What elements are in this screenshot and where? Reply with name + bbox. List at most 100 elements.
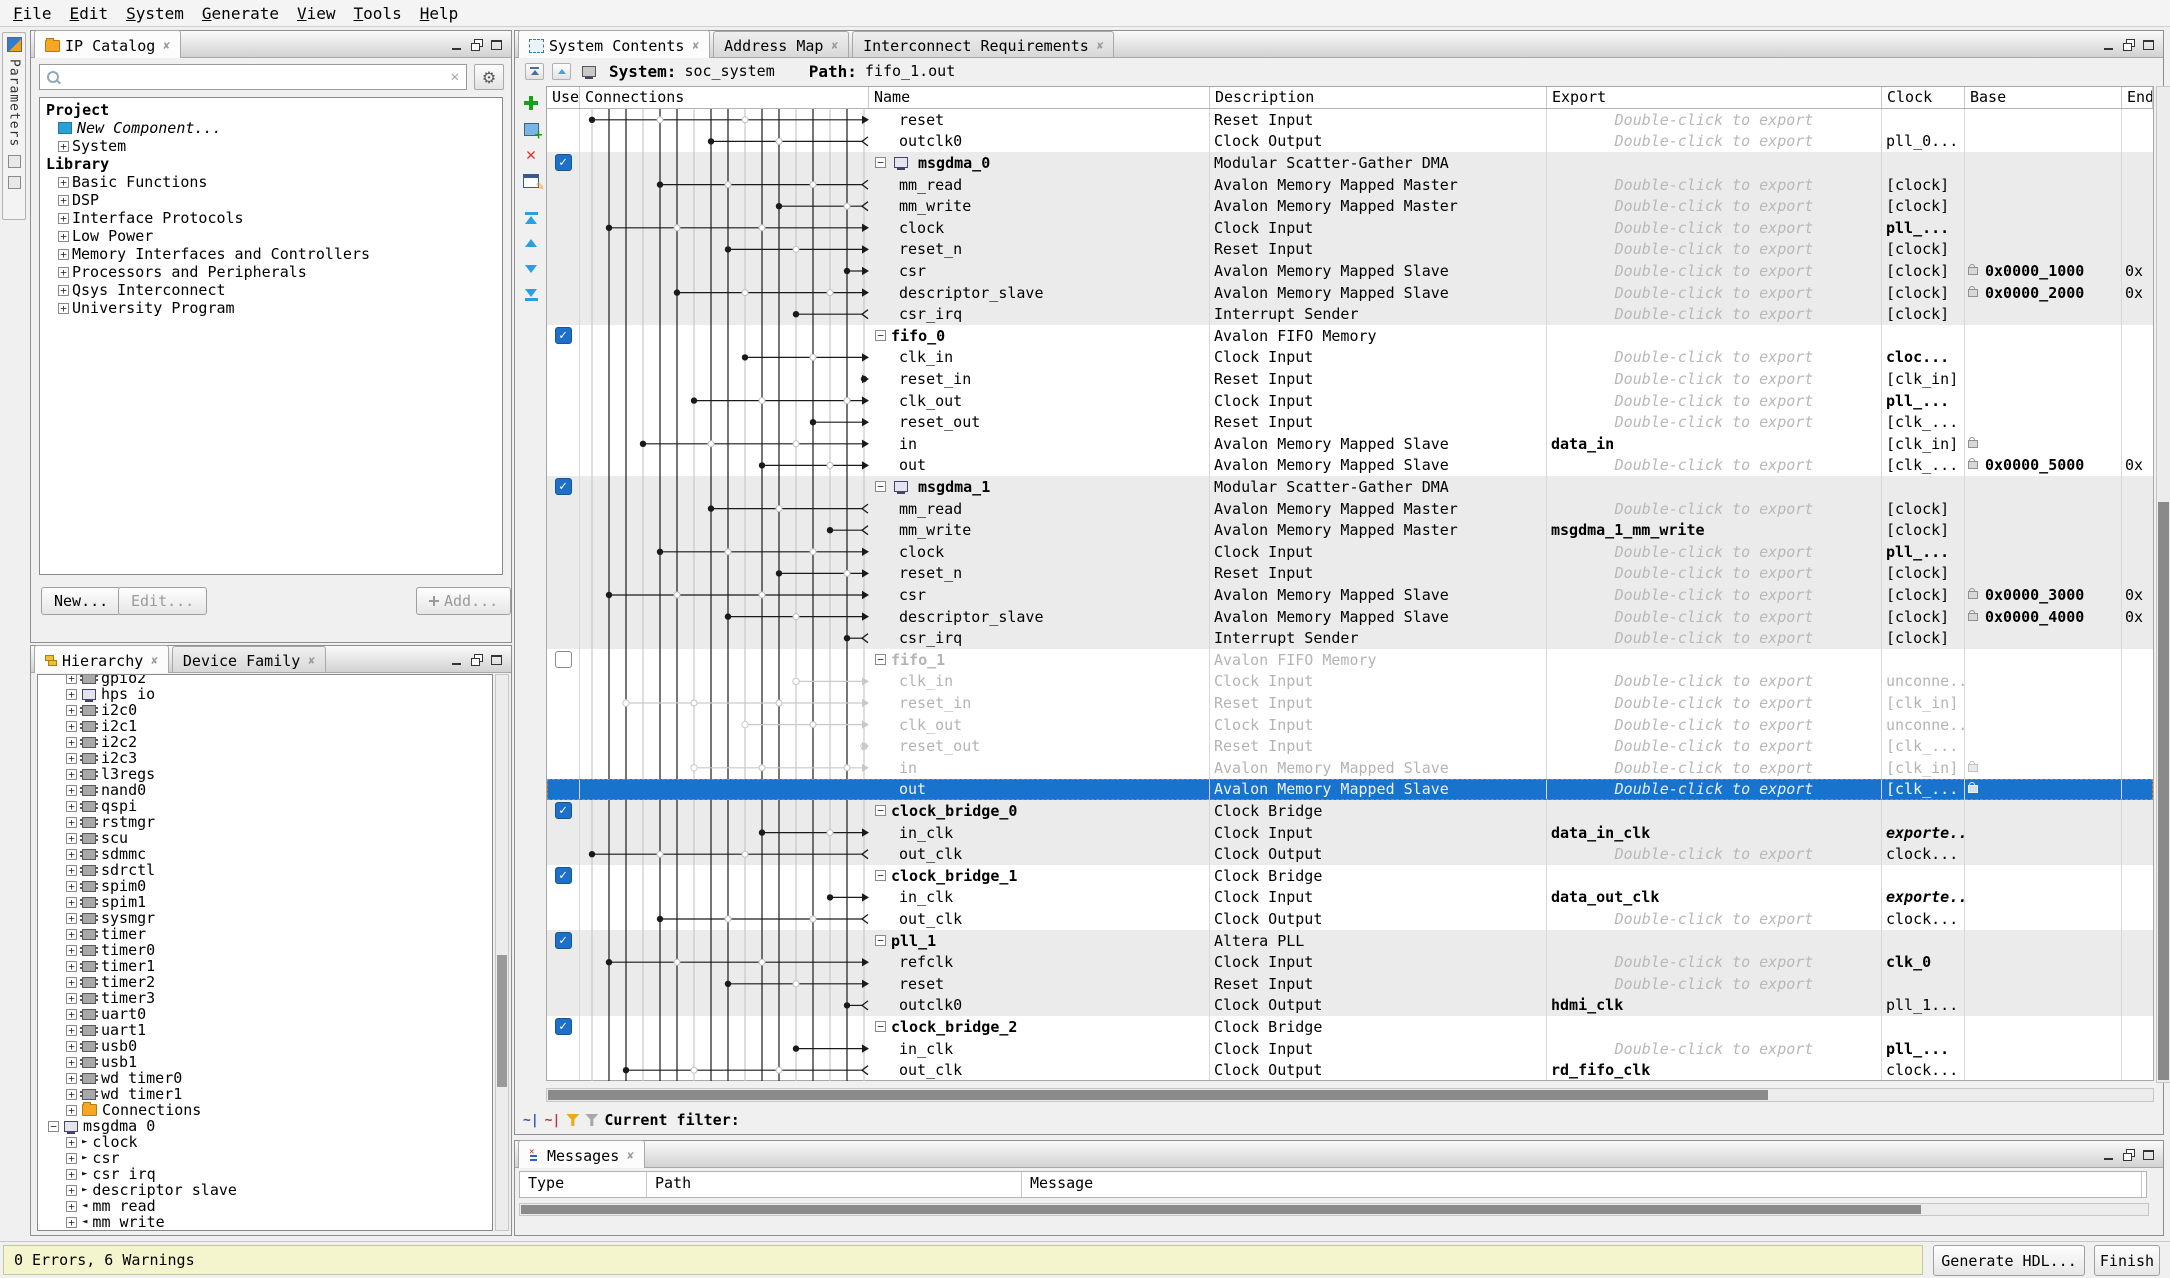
- ip-tree-item[interactable]: +Low Power: [44, 227, 502, 245]
- port-row-reset_out[interactable]: reset_outReset InputDouble-click to expo…: [547, 735, 2153, 757]
- clock-cell[interactable]: pll_...: [1882, 390, 1965, 412]
- hierarchy-item[interactable]: +l3regs: [38, 766, 492, 782]
- connections-cell[interactable]: [580, 152, 869, 174]
- export-cell[interactable]: [1547, 1016, 1882, 1038]
- expander-icon[interactable]: +: [58, 303, 69, 314]
- port-row-out_clk[interactable]: out_clkClock Outputrd_fifo_clkclock...: [547, 1059, 2153, 1080]
- clear-filter-icon[interactable]: [585, 1114, 598, 1126]
- ip-tree-item[interactable]: New Component...: [44, 119, 502, 137]
- connections-cell[interactable]: [580, 822, 869, 844]
- hierarchy-item[interactable]: +i2c0: [38, 702, 492, 718]
- connections-cell[interactable]: [580, 714, 869, 736]
- base-cell[interactable]: [1965, 1038, 2122, 1060]
- name-cell[interactable]: −clock_bridge_2: [869, 1016, 1210, 1038]
- base-cell[interactable]: [1965, 908, 2122, 930]
- port-row-clk_in[interactable]: clk_inClock InputDouble-click to exportc…: [547, 347, 2153, 369]
- hierarchy-item[interactable]: +hps io: [38, 686, 492, 702]
- edit-button[interactable]: Edit...: [118, 587, 207, 615]
- collapse-icon[interactable]: −: [875, 654, 886, 665]
- base-cell[interactable]: [1965, 757, 2122, 779]
- tab-interconnect-requirements[interactable]: Interconnect Requirements ✘: [852, 31, 1114, 57]
- base-cell[interactable]: [1965, 195, 2122, 217]
- expander-icon[interactable]: +: [66, 1217, 77, 1228]
- port-row-in[interactable]: inAvalon Memory Mapped Slavedata_in[clk_…: [547, 433, 2153, 455]
- clock-cell[interactable]: pll_...: [1882, 1038, 1965, 1060]
- hierarchy-item[interactable]: +◄mm read: [38, 1198, 492, 1214]
- connections-cell[interactable]: [580, 411, 869, 433]
- name-cell[interactable]: reset: [869, 973, 1210, 995]
- scrollbar-thumb[interactable]: [521, 1205, 1921, 1214]
- export-cell[interactable]: Double-click to export: [1547, 584, 1882, 606]
- base-cell[interactable]: [1965, 627, 2122, 649]
- search-input[interactable]: [66, 67, 444, 87]
- connections-cell[interactable]: [580, 174, 869, 196]
- name-cell[interactable]: −clock_bridge_1: [869, 865, 1210, 887]
- dock-icon[interactable]: [8, 176, 21, 189]
- expander-icon[interactable]: +: [66, 881, 77, 892]
- export-cell[interactable]: Double-click to export: [1547, 174, 1882, 196]
- hierarchy-item[interactable]: +i2c1: [38, 718, 492, 734]
- connections-cell[interactable]: [580, 260, 869, 282]
- menu-item-view[interactable]: View: [288, 2, 345, 25]
- expander-icon[interactable]: +: [66, 961, 77, 972]
- clock-cell[interactable]: [clk_...: [1882, 735, 1965, 757]
- expander-icon[interactable]: +: [66, 721, 77, 732]
- connections-cell[interactable]: [580, 541, 869, 563]
- export-cell[interactable]: [1547, 325, 1882, 347]
- name-cell[interactable]: −msgdma_0: [869, 152, 1210, 174]
- name-cell[interactable]: in_clk: [869, 822, 1210, 844]
- show-exports-icon[interactable]: ∼|: [545, 1113, 561, 1128]
- lock-icon[interactable]: [1968, 764, 1978, 772]
- column-header-export[interactable]: Export: [1547, 87, 1882, 108]
- expander-icon[interactable]: +: [66, 865, 77, 876]
- expander-icon[interactable]: +: [66, 1185, 77, 1196]
- export-cell[interactable]: [1547, 649, 1882, 671]
- close-icon[interactable]: ✘: [163, 39, 170, 52]
- close-icon[interactable]: ✘: [627, 1149, 634, 1162]
- hierarchy-item[interactable]: +timer: [38, 926, 492, 942]
- component-row-clock_bridge_1[interactable]: ✓−clock_bridge_1Clock Bridge: [547, 865, 2153, 887]
- collapse-icon[interactable]: −: [875, 157, 886, 168]
- export-cell[interactable]: Double-click to export: [1547, 735, 1882, 757]
- clock-cell[interactable]: [clk_...: [1882, 779, 1965, 801]
- hierarchy-item[interactable]: +qspi: [38, 798, 492, 814]
- lock-icon[interactable]: [1968, 461, 1978, 469]
- name-cell[interactable]: in: [869, 433, 1210, 455]
- name-cell[interactable]: csr: [869, 260, 1210, 282]
- port-row-csr_irq[interactable]: csr_irqInterrupt SenderDouble-click to e…: [547, 627, 2153, 649]
- menu-item-generate[interactable]: Generate: [193, 2, 288, 25]
- hierarchy-item[interactable]: +timer1: [38, 958, 492, 974]
- base-cell[interactable]: [1965, 951, 2122, 973]
- component-row-pll_1[interactable]: ✓−pll_1Altera PLL: [547, 930, 2153, 952]
- name-cell[interactable]: reset_out: [869, 411, 1210, 433]
- ip-tree-item[interactable]: Project: [44, 101, 502, 119]
- connections-cell[interactable]: [580, 519, 869, 541]
- lock-icon[interactable]: [1968, 785, 1978, 793]
- float-icon[interactable]: [2122, 1149, 2135, 1161]
- column-header-end[interactable]: End: [2122, 87, 2153, 108]
- expander-icon[interactable]: +: [58, 141, 69, 152]
- scrollbar-thumb[interactable]: [2158, 502, 2169, 1080]
- clock-cell[interactable]: clock...: [1882, 1059, 1965, 1080]
- export-cell[interactable]: Double-click to export: [1547, 908, 1882, 930]
- name-cell[interactable]: csr_irq: [869, 303, 1210, 325]
- ip-tree-item[interactable]: +Memory Interfaces and Controllers: [44, 245, 502, 263]
- menu-item-help[interactable]: Help: [411, 2, 468, 25]
- edit-component-button[interactable]: [519, 169, 543, 193]
- hierarchy-item[interactable]: +usb0: [38, 1038, 492, 1054]
- hierarchy-item[interactable]: +timer2: [38, 974, 492, 990]
- export-cell[interactable]: Double-click to export: [1547, 498, 1882, 520]
- expander-icon[interactable]: +: [66, 929, 77, 940]
- component-row-fifo_0[interactable]: ✓−fifo_0Avalon FIFO Memory: [547, 325, 2153, 347]
- name-cell[interactable]: reset_n: [869, 563, 1210, 585]
- clock-cell[interactable]: [clock]: [1882, 239, 1965, 261]
- export-cell[interactable]: Double-click to export: [1547, 282, 1882, 304]
- clock-cell[interactable]: [1882, 325, 1965, 347]
- connections-cell[interactable]: [580, 131, 869, 153]
- base-cell[interactable]: [1965, 973, 2122, 995]
- expander-icon[interactable]: +: [66, 1169, 77, 1180]
- connections-cell[interactable]: [580, 109, 869, 131]
- component-row-fifo_1[interactable]: −fifo_1Avalon FIFO Memory: [547, 649, 2153, 671]
- base-cell[interactable]: [1965, 1059, 2122, 1080]
- tab-address-map[interactable]: Address Map ✘: [713, 31, 849, 57]
